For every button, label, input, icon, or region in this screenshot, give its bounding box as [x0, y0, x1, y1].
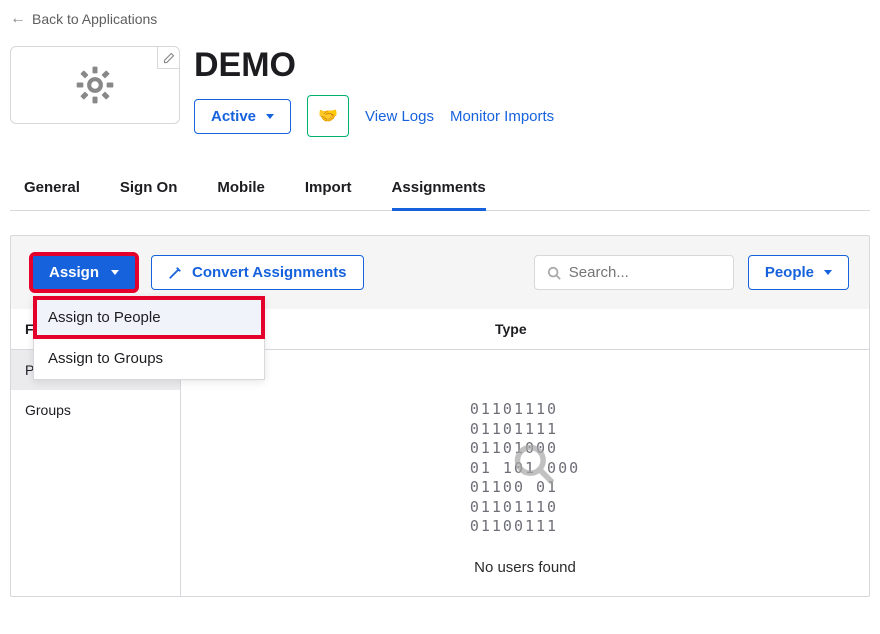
chevron-down-icon — [266, 114, 274, 119]
chevron-down-icon — [824, 270, 832, 275]
filter-type-label: People — [765, 264, 814, 281]
main-column: Type 01101110 01101111 01101000 01 101 0… — [181, 309, 869, 596]
back-to-applications[interactable]: ← Back to Applications — [0, 0, 167, 46]
view-logs-link[interactable]: View Logs — [365, 108, 434, 125]
status-dropdown[interactable]: Active — [194, 99, 291, 134]
assignments-panel: Assign Convert Assignments People Assign… — [10, 235, 870, 597]
tab-sign-on[interactable]: Sign On — [120, 167, 178, 210]
app-title: DEMO — [194, 46, 870, 85]
monitor-imports-link[interactable]: Monitor Imports — [450, 108, 554, 125]
convert-assignments-button[interactable]: Convert Assignments — [151, 255, 363, 290]
empty-message: No users found — [474, 559, 576, 576]
chevron-down-icon — [111, 270, 119, 275]
toolbar: Assign Convert Assignments People Assign… — [11, 236, 869, 309]
assign-label: Assign — [49, 264, 99, 281]
filter-type-dropdown[interactable]: People — [748, 255, 849, 290]
assign-to-groups-item[interactable]: Assign to Groups — [34, 338, 264, 379]
gear-icon — [75, 65, 115, 105]
tab-mobile[interactable]: Mobile — [217, 167, 265, 210]
tab-assignments[interactable]: Assignments — [392, 167, 486, 211]
tab-general[interactable]: General — [24, 167, 80, 210]
search-icon — [547, 265, 561, 281]
header-main: DEMO Active 🤝 View Logs Monitor Imports — [194, 46, 870, 137]
app-logo-box — [10, 46, 180, 124]
back-label: Back to Applications — [32, 11, 157, 27]
assign-to-people-item[interactable]: Assign to People — [34, 297, 264, 338]
binary-art: 01101110 01101111 01101000 01 101 000 01… — [470, 400, 580, 537]
app-header: DEMO Active 🤝 View Logs Monitor Imports — [0, 46, 880, 137]
wand-icon — [168, 266, 182, 280]
handshake-icon: 🤝 — [318, 106, 338, 126]
handshake-button[interactable]: 🤝 — [307, 95, 349, 137]
tab-import[interactable]: Import — [305, 167, 352, 210]
sidebar-item-groups[interactable]: Groups — [11, 390, 180, 430]
edit-logo-button[interactable] — [157, 47, 179, 69]
header-actions: Active 🤝 View Logs Monitor Imports — [194, 95, 870, 137]
type-column-header: Type — [481, 309, 541, 349]
type-header-row: Type — [181, 309, 869, 350]
arrow-left-icon: ← — [10, 10, 26, 28]
magnifier-icon — [512, 442, 556, 486]
search-input[interactable] — [569, 264, 721, 281]
assign-dropdown-menu: Assign to People Assign to Groups — [33, 296, 265, 380]
assign-button[interactable]: Assign — [31, 254, 137, 291]
search-input-wrap[interactable] — [534, 255, 734, 290]
convert-label: Convert Assignments — [192, 264, 346, 281]
tabs: General Sign On Mobile Import Assignment… — [10, 167, 870, 211]
pencil-icon — [163, 52, 175, 64]
status-label: Active — [211, 108, 256, 125]
empty-state: 01101110 01101111 01101000 01 101 000 01… — [181, 350, 869, 596]
